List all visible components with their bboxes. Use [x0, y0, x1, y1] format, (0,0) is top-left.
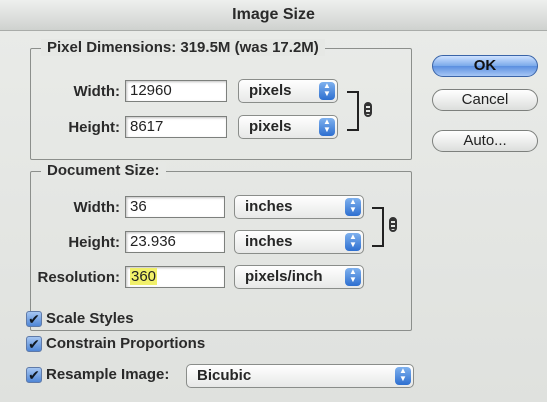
- image-size-dialog: Pixel Dimensions: 319.5M (was 17.2M) Wid…: [0, 31, 547, 402]
- pixel-width-label: Width:: [73, 83, 120, 100]
- popup-stepper-icon: ▲ ▼: [345, 268, 361, 286]
- pixel-width-unit-select[interactable]: pixels ▲ ▼: [238, 79, 338, 103]
- constrain-proportions-label: Constrain Proportions: [46, 335, 206, 352]
- resample-image-label: Resample Image:: [46, 366, 170, 383]
- dialog-title: Image Size: [0, 0, 547, 31]
- popup-stepper-icon: ▲ ▼: [319, 118, 335, 136]
- document-size-legend: Document Size:: [41, 162, 166, 179]
- resample-method-select[interactable]: Bicubic ▲ ▼: [186, 364, 414, 388]
- popup-stepper-icon: ▲ ▼: [319, 82, 335, 100]
- popup-stepper-icon: ▲ ▼: [345, 233, 361, 251]
- popup-stepper-icon: ▲ ▼: [395, 367, 411, 385]
- doc-width-field[interactable]: 36: [125, 196, 225, 218]
- constrain-proportions-checkbox[interactable]: ✔: [26, 336, 42, 352]
- scale-styles-label: Scale Styles: [46, 310, 134, 327]
- pixel-height-label: Height:: [68, 119, 120, 136]
- popup-stepper-icon: ▲ ▼: [345, 198, 361, 216]
- doc-constrain-bracket: [372, 207, 384, 247]
- doc-height-field[interactable]: 23.936: [125, 231, 225, 253]
- chain-link-icon: [389, 217, 397, 232]
- pixel-dimensions-legend: Pixel Dimensions: 319.5M (was 17.2M): [41, 39, 325, 56]
- pixel-constrain-bracket: [347, 91, 359, 131]
- pixel-height-unit-select[interactable]: pixels ▲ ▼: [238, 115, 338, 139]
- ok-button[interactable]: OK: [432, 55, 538, 77]
- chain-link-icon: [364, 102, 372, 117]
- doc-width-label: Width:: [73, 199, 120, 216]
- auto-button[interactable]: Auto...: [432, 130, 538, 152]
- scale-styles-checkbox[interactable]: ✔: [26, 311, 42, 327]
- pixel-height-field[interactable]: 8617: [125, 116, 227, 138]
- resolution-field[interactable]: 360: [125, 266, 225, 288]
- doc-width-unit-select[interactable]: inches ▲ ▼: [234, 195, 364, 219]
- doc-height-unit-select[interactable]: inches ▲ ▼: [234, 230, 364, 254]
- pixel-width-field[interactable]: 12960: [125, 80, 227, 102]
- cancel-button[interactable]: Cancel: [432, 89, 538, 111]
- resolution-label: Resolution:: [37, 269, 121, 286]
- resample-image-checkbox[interactable]: ✔: [26, 367, 42, 383]
- resolution-unit-select[interactable]: pixels/inch ▲ ▼: [234, 265, 364, 289]
- doc-height-label: Height:: [68, 234, 120, 251]
